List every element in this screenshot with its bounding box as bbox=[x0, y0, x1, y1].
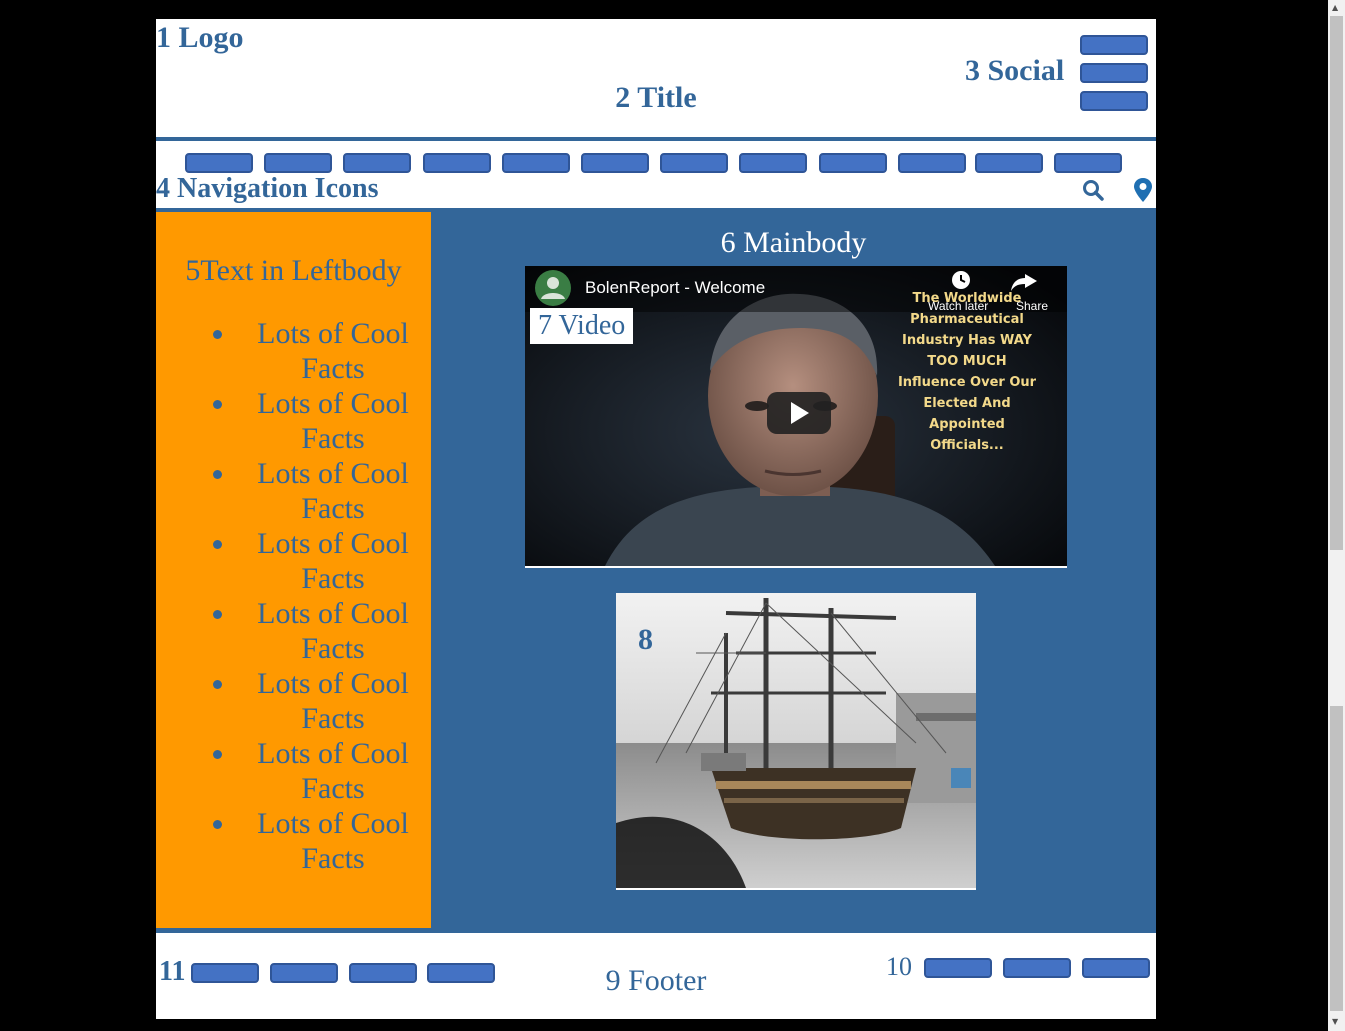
nav-button-10[interactable] bbox=[898, 153, 966, 173]
scroll-up-arrow-icon[interactable]: ▲ bbox=[1332, 3, 1338, 13]
logo[interactable]: 1 Logo bbox=[156, 21, 244, 55]
nav-label: 4 Navigation Icons bbox=[156, 173, 379, 204]
list-item: Lots of Cool Facts bbox=[237, 526, 429, 596]
list-item: Lots of Cool Facts bbox=[237, 596, 429, 666]
footer-divider bbox=[156, 928, 1156, 933]
overlay-line: Influence Over Our bbox=[897, 375, 1037, 390]
video-player[interactable]: BolenReport - Welcome Watch later Share … bbox=[525, 266, 1067, 568]
scrollbar[interactable]: ▲ ▼ bbox=[1328, 0, 1345, 1031]
mainbody: 6 Mainbody BolenReport - Welcome Watch l… bbox=[431, 212, 1156, 928]
leftbody-heading: 5Text in Leftbody bbox=[185, 254, 402, 287]
list-item: Lots of Cool Facts bbox=[237, 666, 429, 736]
nav-button-8[interactable] bbox=[739, 153, 807, 173]
header-divider bbox=[156, 137, 1156, 141]
nav-button-3[interactable] bbox=[343, 153, 411, 173]
page-container: 1 Logo 2 Title 3 Social 4 Navigation Ico… bbox=[156, 19, 1156, 1019]
social-button-2[interactable] bbox=[1080, 63, 1148, 83]
list-item: Lots of Cool Facts bbox=[237, 456, 429, 526]
overlay-line: The Worldwide bbox=[912, 291, 1022, 306]
nav-button-11[interactable] bbox=[975, 153, 1043, 173]
video-channel-title[interactable]: BolenReport - Welcome bbox=[585, 278, 765, 298]
nav-button-1[interactable] bbox=[185, 153, 253, 173]
overlay-line: Industry Has WAY bbox=[902, 333, 1032, 348]
social-button-1[interactable] bbox=[1080, 35, 1148, 55]
nav-button-9[interactable] bbox=[819, 153, 887, 173]
ship-illustration bbox=[616, 593, 976, 888]
list-item: Lots of Cool Facts bbox=[237, 386, 429, 456]
list-item: Lots of Cool Facts bbox=[237, 316, 429, 386]
list-item: Lots of Cool Facts bbox=[237, 806, 429, 876]
map-pin-icon[interactable] bbox=[1131, 177, 1155, 203]
facts-list: Lots of Cool Facts Lots of Cool Facts Lo… bbox=[199, 316, 429, 876]
search-icon[interactable] bbox=[1081, 177, 1105, 203]
video-label: 7 Video bbox=[530, 308, 634, 344]
social-button-3[interactable] bbox=[1080, 91, 1148, 111]
overlay-line: TOO MUCH bbox=[927, 354, 1007, 369]
leftbody: 5Text in Leftbody Lots of Cool Facts Lot… bbox=[156, 212, 431, 928]
nav-button-4[interactable] bbox=[423, 153, 491, 173]
overlay-line: Appointed bbox=[929, 417, 1005, 432]
nav-button-5[interactable] bbox=[502, 153, 570, 173]
overlay-line: Officials... bbox=[930, 438, 1004, 453]
overlay-line: Pharmaceutical bbox=[910, 312, 1024, 327]
nav-button-6[interactable] bbox=[581, 153, 649, 173]
nav-button-7[interactable] bbox=[660, 153, 728, 173]
footer-right-button-1[interactable] bbox=[924, 958, 992, 978]
video-overlay-text: The Worldwide Pharmaceutical Industry Ha… bbox=[887, 288, 1047, 456]
nav-button-12[interactable] bbox=[1054, 153, 1122, 173]
social-label: 3 Social bbox=[965, 54, 1065, 87]
footer-right-button-2[interactable] bbox=[1003, 958, 1071, 978]
nav-button-2[interactable] bbox=[264, 153, 332, 173]
footer-right-button-3[interactable] bbox=[1082, 958, 1150, 978]
scrollbar-thumb[interactable] bbox=[1330, 16, 1343, 550]
scroll-down-arrow-icon[interactable]: ▼ bbox=[1332, 1017, 1338, 1027]
mainbody-heading: 6 Mainbody bbox=[720, 226, 867, 259]
picture-label: 8 bbox=[638, 623, 653, 656]
footer-right-label: 10 bbox=[886, 952, 912, 981]
ship-image: 8 bbox=[616, 593, 976, 890]
overlay-line: Elected And bbox=[923, 396, 1011, 411]
list-item: Lots of Cool Facts bbox=[237, 736, 429, 806]
scrollbar-thumb-lower[interactable] bbox=[1330, 706, 1343, 1011]
